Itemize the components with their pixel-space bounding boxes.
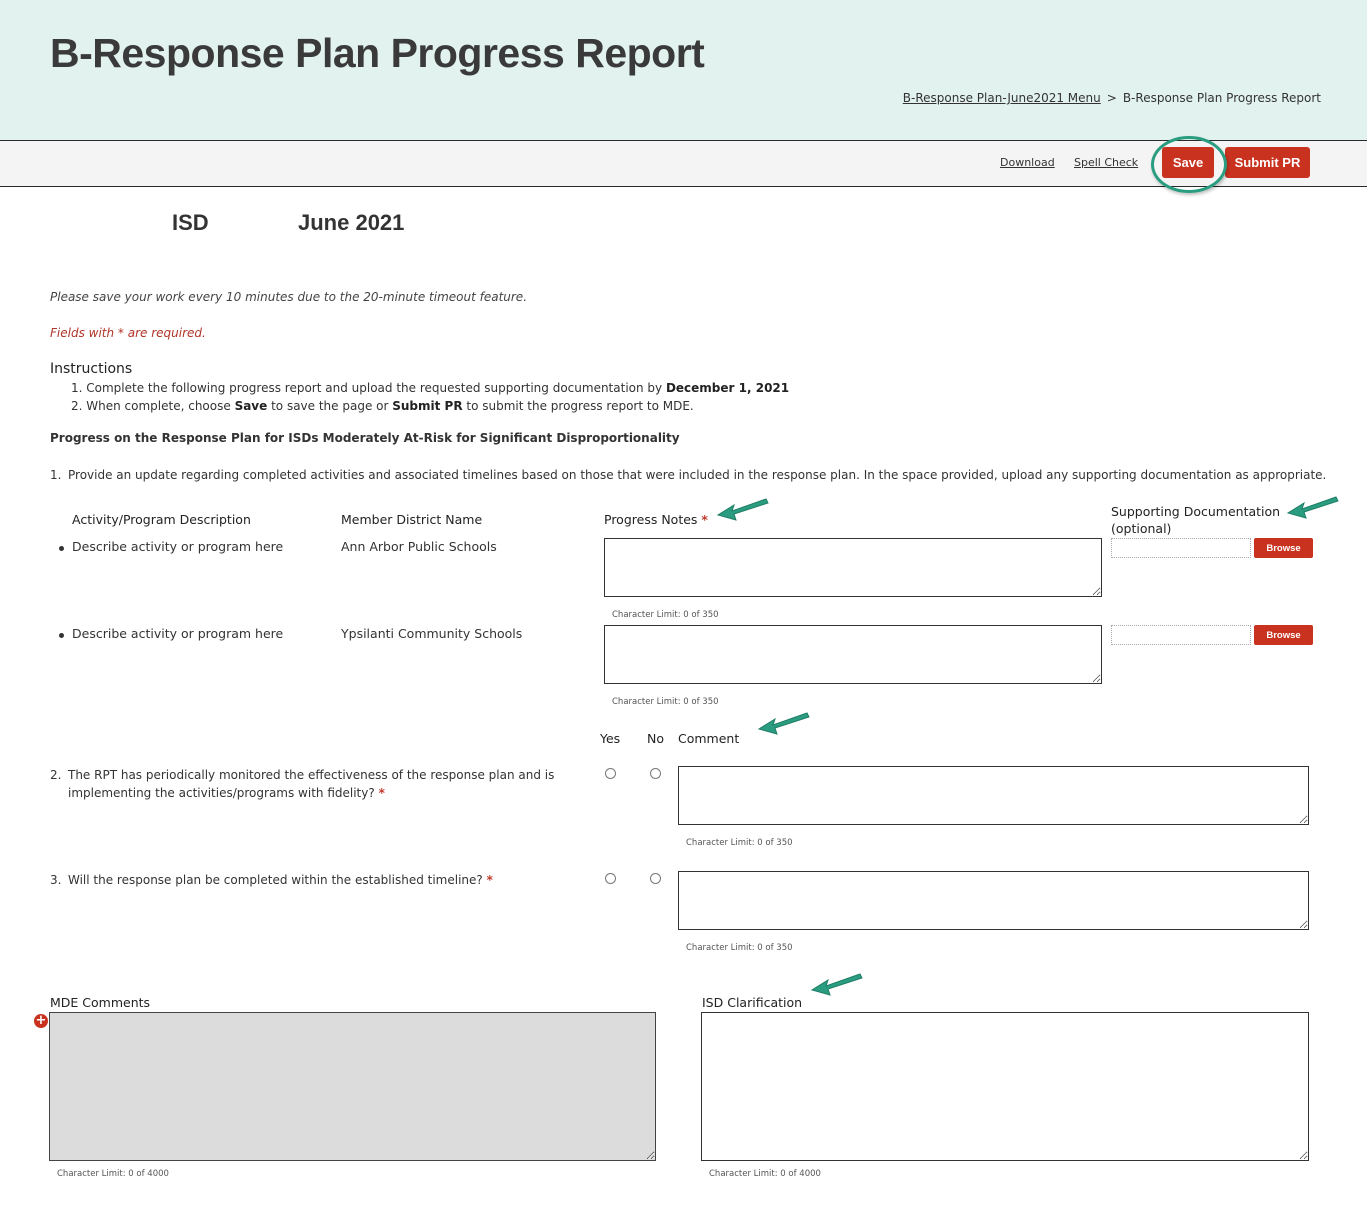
question-3-text: Will the response plan be completed with… bbox=[68, 871, 493, 889]
supporting-doc-file-input-1[interactable] bbox=[1111, 538, 1251, 558]
question-2-number: 2. bbox=[50, 768, 62, 782]
section-title: Progress on the Response Plan for ISDs M… bbox=[50, 431, 680, 445]
district-name: Ypsilanti Community Schools bbox=[341, 626, 523, 641]
supporting-doc-file-input-2[interactable] bbox=[1111, 625, 1251, 645]
question-2-line-1: The RPT has periodically monitored the e… bbox=[68, 768, 555, 782]
page-title: B-Response Plan Progress Report bbox=[50, 30, 705, 76]
save-button[interactable]: Save bbox=[1162, 147, 1214, 178]
required-asterisk: * bbox=[701, 512, 708, 527]
question-1-text: Provide an update regarding completed ac… bbox=[68, 468, 1327, 482]
breadcrumb: B-Response Plan-June2021 Menu > B-Respon… bbox=[903, 91, 1321, 105]
isd-clarification-label: ISD Clarification bbox=[702, 995, 803, 1010]
annotation-arrow-icon bbox=[1286, 496, 1339, 519]
breadcrumb-parent-link[interactable]: B-Response Plan-June2021 Menu bbox=[903, 91, 1101, 105]
supporting-doc-optional-label: (optional) bbox=[1111, 521, 1172, 536]
browse-button-2[interactable]: Browse bbox=[1254, 625, 1313, 645]
activity-description: Describe activity or program here bbox=[72, 539, 284, 554]
question-3-yes-radio[interactable] bbox=[605, 873, 616, 884]
char-limit-text: Character Limit: 0 of 4000 bbox=[57, 1169, 169, 1179]
bullet-icon bbox=[59, 546, 64, 551]
char-limit-text: Character Limit: 0 of 4000 bbox=[709, 1169, 821, 1179]
annotation-arrow-icon bbox=[757, 712, 810, 735]
instruction-save-term: Save bbox=[234, 399, 268, 413]
progress-notes-input-2[interactable] bbox=[604, 625, 1102, 684]
question-2-no-radio[interactable] bbox=[650, 768, 661, 779]
question-2-line-2: implementing the activities/programs wit… bbox=[68, 786, 375, 800]
instruction-text: 2. When complete, choose bbox=[71, 399, 235, 413]
instruction-item-2: 2. When complete, choose Save to save th… bbox=[71, 399, 694, 413]
isd-clarification-input[interactable] bbox=[701, 1012, 1309, 1161]
browse-button-1[interactable]: Browse bbox=[1254, 538, 1313, 558]
district-name: Ann Arbor Public Schools bbox=[341, 539, 497, 554]
progress-notes-input-1[interactable] bbox=[604, 538, 1102, 597]
column-district-header: Member District Name bbox=[341, 512, 483, 527]
breadcrumb-separator: > bbox=[1106, 91, 1117, 105]
question-1-number: 1. bbox=[50, 468, 62, 482]
question-2-text: The RPT has periodically monitored the e… bbox=[68, 766, 554, 802]
spell-check-link[interactable]: Spell Check bbox=[1074, 156, 1138, 169]
required-asterisk: * bbox=[486, 873, 493, 887]
char-limit-text: Character Limit: 0 of 350 bbox=[612, 697, 719, 707]
activity-description: Describe activity or program here bbox=[72, 626, 284, 641]
question-2-comment-input[interactable] bbox=[678, 766, 1309, 825]
char-limit-text: Character Limit: 0 of 350 bbox=[686, 838, 793, 848]
annotation-arrow-icon bbox=[810, 973, 863, 996]
progress-notes-label: Progress Notes bbox=[604, 512, 698, 527]
page-header: B-Response Plan Progress Report B-Respon… bbox=[0, 0, 1367, 141]
period-label: June 2021 bbox=[298, 210, 405, 235]
annotation-arrow-icon bbox=[716, 498, 769, 521]
supporting-doc-label: Supporting Documentation bbox=[1111, 504, 1281, 519]
instruction-text: to save the page or bbox=[267, 399, 393, 413]
instruction-text: to submit the progress report to MDE. bbox=[462, 399, 694, 413]
question-3-no-radio[interactable] bbox=[650, 873, 661, 884]
char-limit-text: Character Limit: 0 of 350 bbox=[612, 610, 719, 620]
required-fields-note: Fields with * are required. bbox=[50, 326, 206, 340]
mde-comments-label: MDE Comments bbox=[50, 995, 151, 1010]
char-limit-text: Character Limit: 0 of 350 bbox=[686, 943, 793, 953]
yes-column-header: Yes bbox=[600, 731, 621, 746]
instruction-text: 1. Complete the following progress repor… bbox=[71, 381, 666, 395]
required-asterisk: * bbox=[378, 786, 385, 800]
column-activity-header: Activity/Program Description bbox=[72, 512, 251, 527]
download-link[interactable]: Download bbox=[1000, 156, 1055, 169]
bullet-icon bbox=[59, 633, 64, 638]
mde-comments-input bbox=[49, 1012, 656, 1161]
question-2-yes-radio[interactable] bbox=[605, 768, 616, 779]
expand-plus-icon[interactable]: + bbox=[34, 1014, 48, 1028]
submit-pr-button[interactable]: Submit PR bbox=[1225, 147, 1310, 178]
column-supporting-doc-header: Supporting Documentation (optional) bbox=[1111, 503, 1280, 537]
instruction-submit-term: Submit PR bbox=[392, 399, 463, 413]
instruction-item-1: 1. Complete the following progress repor… bbox=[71, 381, 789, 395]
question-3-comment-input[interactable] bbox=[678, 871, 1309, 930]
breadcrumb-current: B-Response Plan Progress Report bbox=[1122, 91, 1321, 105]
question-3-number: 3. bbox=[50, 873, 62, 887]
instructions-heading: Instructions bbox=[50, 361, 133, 377]
column-progress-notes-header: Progress Notes * bbox=[604, 512, 708, 527]
entity-label: ISD bbox=[172, 210, 209, 235]
comment-column-header: Comment bbox=[678, 731, 740, 746]
question-3-label: Will the response plan be completed with… bbox=[68, 873, 483, 887]
save-reminder-note: Please save your work every 10 minutes d… bbox=[50, 290, 528, 304]
no-column-header: No bbox=[647, 731, 664, 746]
instruction-deadline: December 1, 2021 bbox=[665, 381, 790, 395]
